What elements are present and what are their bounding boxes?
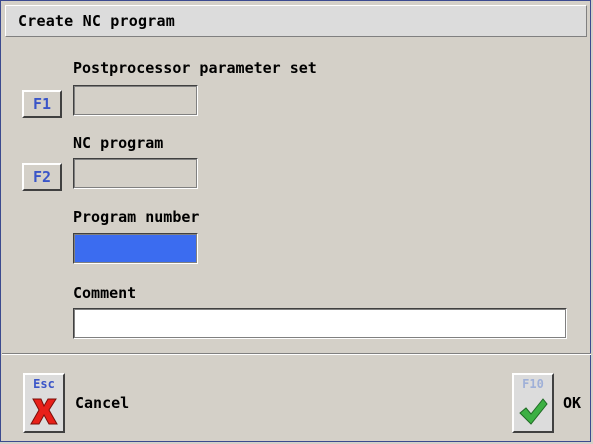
f2-key-button[interactable]: F2 bbox=[22, 163, 62, 191]
program-number-field[interactable] bbox=[73, 233, 198, 264]
comment-label: Comment bbox=[73, 284, 137, 302]
f1-key-button[interactable]: F1 bbox=[22, 90, 62, 118]
dialog-title: Create NC program bbox=[18, 12, 175, 30]
nc-program-field[interactable] bbox=[73, 158, 198, 189]
ok-button[interactable]: F10 bbox=[512, 373, 554, 433]
esc-key-label: Esc bbox=[33, 377, 55, 391]
title-bar: Create NC program bbox=[5, 5, 587, 37]
f10-key-label: F10 bbox=[522, 377, 544, 391]
postprocessor-field[interactable] bbox=[73, 85, 198, 116]
cancel-button[interactable]: Esc bbox=[23, 373, 65, 433]
nc-program-label: NC program bbox=[73, 134, 164, 152]
create-nc-program-dialog: Create NC program Postprocessor paramete… bbox=[0, 0, 591, 442]
postprocessor-label: Postprocessor parameter set bbox=[73, 59, 317, 77]
ok-label[interactable]: OK bbox=[563, 394, 581, 412]
cancel-label[interactable]: Cancel bbox=[75, 394, 129, 412]
divider bbox=[2, 353, 591, 355]
red-x-icon bbox=[30, 398, 58, 425]
green-check-icon bbox=[519, 398, 548, 425]
program-number-label: Program number bbox=[73, 208, 200, 226]
comment-field[interactable] bbox=[73, 308, 567, 339]
